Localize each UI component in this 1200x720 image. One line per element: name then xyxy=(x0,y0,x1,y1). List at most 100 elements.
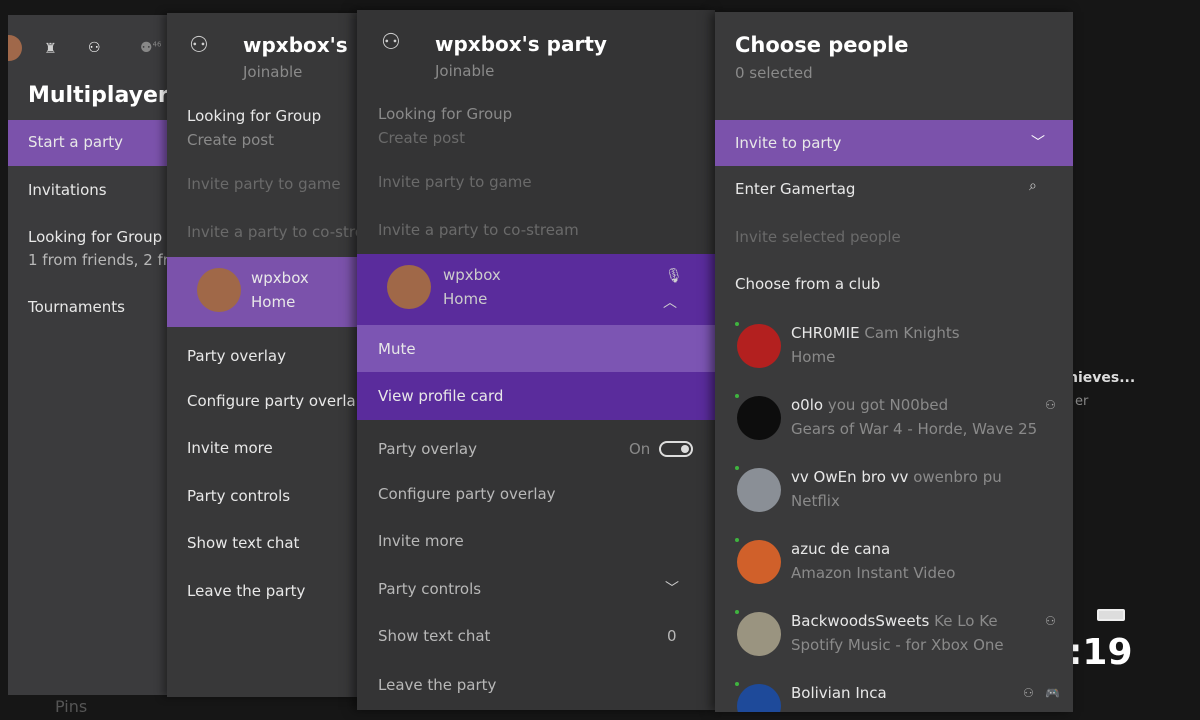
friend-avatar xyxy=(737,468,781,512)
battery-icon xyxy=(1097,609,1125,621)
configure-overlay[interactable]: Configure party overla xyxy=(187,392,356,410)
background-game-subtitle: er xyxy=(1075,394,1089,409)
online-indicator xyxy=(735,538,739,542)
friend-list-item[interactable]: Bolivian Inca ⚇ 🎮 xyxy=(715,674,1073,712)
member-status: Home xyxy=(251,293,296,311)
party-panel: ⚇ wpxbox's party Joinable Looking for Gr… xyxy=(357,10,715,710)
chevron-down-icon[interactable]: ﹀ xyxy=(665,578,679,598)
friend-gamertag: BackwoodsSweets xyxy=(791,612,930,630)
party-overlay-value: On xyxy=(629,440,651,458)
background-game-title: hieves... xyxy=(1068,370,1136,386)
friend-list-item[interactable]: CHR0MIE Cam Knights Home xyxy=(715,314,1073,380)
friend-real-name: you got N00bed xyxy=(827,396,949,414)
search-icon[interactable]: ⌕ xyxy=(1029,178,1037,194)
pins-label: Pins xyxy=(55,697,88,716)
friend-activity: Gears of War 4 - Horde, Wave 25 xyxy=(791,420,1038,438)
profile-avatar[interactable] xyxy=(8,35,22,61)
party-member-row[interactable]: wpxbox Home 🎙 ︿ xyxy=(357,254,715,325)
party-status: Joinable xyxy=(435,62,495,80)
friend-avatar xyxy=(737,324,781,368)
friend-gamertag: azuc de cana xyxy=(791,540,891,558)
friend-activity: Spotify Music - for Xbox One xyxy=(791,636,1004,654)
multiplayer-panel: ♜ ⚇ ⚉46 Multiplayer Start a party Invita… xyxy=(8,15,170,695)
menu-item-view-profile[interactable]: View profile card xyxy=(357,372,715,420)
friend-activity: Amazon Instant Video xyxy=(791,564,956,582)
friend-list-item[interactable]: vv OwEn bro vv owenbro pu Netflix xyxy=(715,458,1073,524)
online-indicator xyxy=(735,610,739,614)
party-title: wpxbox's xyxy=(243,33,348,57)
friend-list-item[interactable]: o0lo you got N00bed Gears of War 4 - Hor… xyxy=(715,386,1073,452)
friend-real-name: Ke Lo Ke xyxy=(934,612,998,630)
friend-gamertag: o0lo xyxy=(791,396,824,414)
microphone-icon: 🎙 xyxy=(665,268,683,284)
party-panel-back: ⚇ wpxbox's Joinable Looking for Group Cr… xyxy=(167,13,360,697)
clock: :19 xyxy=(1068,632,1133,673)
party-title: wpxbox's party xyxy=(435,32,607,56)
party-overlay-toggle[interactable] xyxy=(659,441,693,457)
chevron-up-icon[interactable]: ︿ xyxy=(663,292,677,312)
choose-club-button[interactable]: Choose from a club xyxy=(735,275,880,293)
friend-gamertag: Bolivian Inca xyxy=(791,684,887,702)
party-member-row[interactable]: wpxbox Home xyxy=(167,257,360,327)
friend-avatar xyxy=(737,540,781,584)
friend-activity: Home xyxy=(791,348,836,366)
leave-party[interactable]: Leave the party xyxy=(378,676,496,694)
online-indicator xyxy=(735,322,739,326)
menu-item-mute[interactable]: Mute xyxy=(357,325,715,372)
menu-item-start-party[interactable]: Start a party xyxy=(8,120,170,166)
panel-title: Choose people xyxy=(735,33,909,57)
invite-costream: Invite a party to co-stream xyxy=(378,221,579,239)
lfg-item[interactable]: Looking for Group xyxy=(378,105,512,123)
party-icon[interactable]: ⚇ xyxy=(88,40,101,56)
party-controls[interactable]: Party controls xyxy=(187,487,290,505)
show-text-chat[interactable]: Show text chat xyxy=(378,627,490,645)
member-avatar xyxy=(387,265,431,309)
invite-game: Invite party to game xyxy=(187,175,341,193)
member-status: Home xyxy=(443,290,488,308)
friend-avatar xyxy=(737,396,781,440)
party-icon: ⚇ xyxy=(1045,614,1056,628)
member-name: wpxbox xyxy=(443,266,501,284)
lfg-subtitle: 1 from friends, 2 fr xyxy=(28,251,169,269)
friend-gamertag: CHR0MIE xyxy=(791,324,860,342)
friend-avatar xyxy=(737,684,781,712)
party-status: Joinable xyxy=(243,63,303,81)
controller-icon: 🎮 xyxy=(1045,686,1060,700)
gamertag-input[interactable]: Enter Gamertag xyxy=(735,180,855,198)
party-icon: ⚇ xyxy=(381,30,401,55)
party-controls[interactable]: Party controls xyxy=(378,580,481,598)
friends-icon[interactable]: ⚉46 xyxy=(140,40,161,56)
menu-item-invitations[interactable]: Invitations xyxy=(28,181,107,199)
choose-people-panel: Choose people 0 selected Invite to party… xyxy=(715,12,1073,712)
party-overlay[interactable]: Party overlay xyxy=(378,440,477,458)
friend-list-item[interactable]: BackwoodsSweets Ke Lo Ke Spotify Music -… xyxy=(715,602,1073,668)
invite-selected-button: Invite selected people xyxy=(735,228,901,246)
leave-party[interactable]: Leave the party xyxy=(187,582,305,600)
invite-type-dropdown[interactable]: Invite to party ﹀ xyxy=(715,120,1073,166)
party-overlay[interactable]: Party overlay xyxy=(187,347,286,365)
party-icon: ⚇ xyxy=(1045,398,1056,412)
configure-overlay[interactable]: Configure party overlay xyxy=(378,485,556,503)
party-icon: ⚇ xyxy=(189,33,209,58)
member-avatar xyxy=(197,268,241,312)
invite-more[interactable]: Invite more xyxy=(378,532,464,550)
chevron-down-icon: ﹀ xyxy=(1031,135,1045,151)
lfg-sub: Create post xyxy=(187,131,275,149)
member-name: wpxbox xyxy=(251,269,309,287)
lfg-item[interactable]: Looking for Group xyxy=(187,107,321,125)
invite-costream: Invite a party to co-stre xyxy=(187,223,360,241)
friend-activity: Netflix xyxy=(791,492,840,510)
menu-item-lfg[interactable]: Looking for Group xyxy=(28,228,162,246)
friend-gamertag: vv OwEn bro vv xyxy=(791,468,909,486)
online-indicator xyxy=(735,682,739,686)
invite-more[interactable]: Invite more xyxy=(187,439,273,457)
friend-list-item[interactable]: azuc de cana Amazon Instant Video xyxy=(715,530,1073,596)
friend-avatar xyxy=(737,612,781,656)
show-text-chat[interactable]: Show text chat xyxy=(187,534,299,552)
online-indicator xyxy=(735,394,739,398)
online-indicator xyxy=(735,466,739,470)
menu-item-tournaments[interactable]: Tournaments xyxy=(28,298,125,316)
selected-count: 0 selected xyxy=(735,64,813,82)
friend-real-name: Cam Knights xyxy=(864,324,960,342)
trophy-icon[interactable]: ♜ xyxy=(44,41,57,57)
